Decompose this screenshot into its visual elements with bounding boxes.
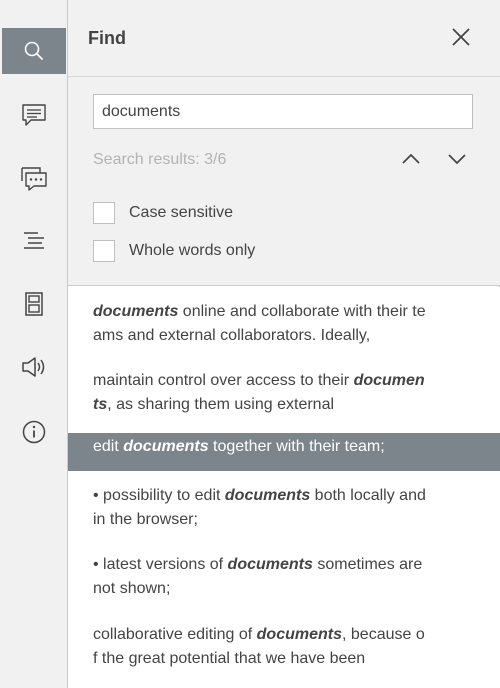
headings-icon bbox=[24, 232, 44, 249]
whole-words-option[interactable]: Whole words only bbox=[93, 239, 255, 263]
chevron-up-icon bbox=[402, 153, 420, 164]
toolbar-feedback-button[interactable] bbox=[2, 344, 66, 390]
result-match-highlight: ts bbox=[93, 396, 108, 413]
result-line: documents online and collaborate with th… bbox=[93, 300, 475, 324]
result-text: , because o bbox=[342, 626, 425, 643]
toolbar-thumbnails-button[interactable] bbox=[2, 281, 66, 327]
toolbar-headings-button[interactable] bbox=[2, 218, 66, 264]
toolbar-search-button[interactable] bbox=[2, 28, 66, 74]
case-sensitive-option[interactable]: Case sensitive bbox=[93, 201, 233, 225]
result-match-highlight: documents bbox=[256, 626, 342, 643]
result-text: both locally and bbox=[310, 487, 426, 504]
result-text: edit bbox=[93, 438, 124, 455]
result-match-highlight: documents bbox=[123, 438, 209, 455]
result-line: • possibility to edit documents both loc… bbox=[93, 484, 475, 508]
chevron-down-icon bbox=[448, 154, 466, 165]
result-match-highlight: documents bbox=[224, 487, 311, 504]
header-divider bbox=[68, 76, 500, 77]
result-line: • latest versions of documents sometimes… bbox=[93, 553, 475, 577]
case-sensitive-label: Case sensitive bbox=[129, 204, 234, 221]
search-result-item[interactable]: • possibility to edit documents both loc… bbox=[68, 484, 500, 532]
result-text: together with their team; bbox=[208, 438, 385, 455]
result-text: • possibility to edit bbox=[93, 487, 225, 504]
result-line: not shown; bbox=[93, 577, 475, 601]
result-match-highlight: documents bbox=[227, 556, 313, 573]
panel-title: Find bbox=[88, 28, 126, 48]
toolbar-about-button[interactable] bbox=[2, 409, 66, 455]
result-text: not shown; bbox=[93, 580, 171, 597]
info-icon bbox=[22, 420, 46, 444]
close-icon bbox=[452, 28, 470, 46]
find-panel: Find Search results: 3/6 Case sensitive bbox=[68, 0, 500, 688]
result-line: ams and external collaborators. Ideally, bbox=[93, 324, 475, 348]
search-result-item[interactable]: documents online and collaborate with th… bbox=[68, 300, 500, 348]
whole-words-label: Whole words only bbox=[129, 242, 256, 259]
result-text: maintain control over access to their bbox=[93, 372, 354, 389]
search-input[interactable] bbox=[93, 94, 473, 129]
result-text: ams and external collaborators. Ideally, bbox=[93, 327, 371, 344]
search-result-item[interactable]: • latest versions of documents sometimes… bbox=[68, 553, 500, 601]
search-results-list: documents online and collaborate with th… bbox=[68, 287, 500, 688]
toolbar-chat-button[interactable] bbox=[2, 156, 66, 202]
result-text: • latest versions of bbox=[93, 556, 228, 573]
result-text: online and collaborate with their te bbox=[178, 303, 426, 320]
result-text: collaborative editing of bbox=[93, 626, 257, 643]
result-match-highlight: documents bbox=[93, 303, 179, 320]
result-match-highlight: documen bbox=[353, 372, 425, 389]
next-result-button[interactable] bbox=[444, 146, 470, 172]
search-result-item[interactable]: collaborative editing of documents, beca… bbox=[68, 623, 500, 671]
comment-icon bbox=[22, 104, 46, 126]
result-text: in the browser; bbox=[93, 511, 198, 528]
close-button[interactable] bbox=[448, 24, 474, 50]
result-line: ts, as sharing them using external bbox=[93, 393, 475, 417]
result-line: in the browser; bbox=[93, 508, 475, 532]
previous-result-button[interactable] bbox=[398, 146, 424, 172]
left-toolbar bbox=[0, 0, 68, 688]
result-line: maintain control over access to their do… bbox=[93, 369, 475, 393]
result-line: collaborative editing of documents, beca… bbox=[93, 623, 475, 647]
announcement-icon bbox=[22, 357, 45, 377]
toolbar-comments-button[interactable] bbox=[2, 92, 66, 138]
case-sensitive-checkbox[interactable] bbox=[93, 202, 115, 224]
search-result-item[interactable]: maintain control over access to their do… bbox=[68, 369, 500, 417]
search-icon bbox=[24, 41, 43, 60]
find-header: Find Search results: 3/6 Case sensitive bbox=[68, 0, 500, 286]
search-result-item-selected[interactable]: edit documents together with their team; bbox=[68, 433, 500, 471]
result-line: edit documents together with their team; bbox=[93, 435, 475, 459]
page-thumbnails-icon bbox=[25, 292, 43, 316]
search-results-count: Search results: 3/6 bbox=[93, 151, 227, 168]
result-line: f the great potential that we have been bbox=[93, 647, 475, 671]
result-text: f the great potential that we have been bbox=[93, 650, 366, 667]
result-text: sometimes are bbox=[312, 556, 423, 573]
result-text: , as sharing them using external bbox=[107, 396, 335, 413]
whole-words-checkbox[interactable] bbox=[93, 240, 115, 262]
chat-icon bbox=[21, 167, 47, 191]
